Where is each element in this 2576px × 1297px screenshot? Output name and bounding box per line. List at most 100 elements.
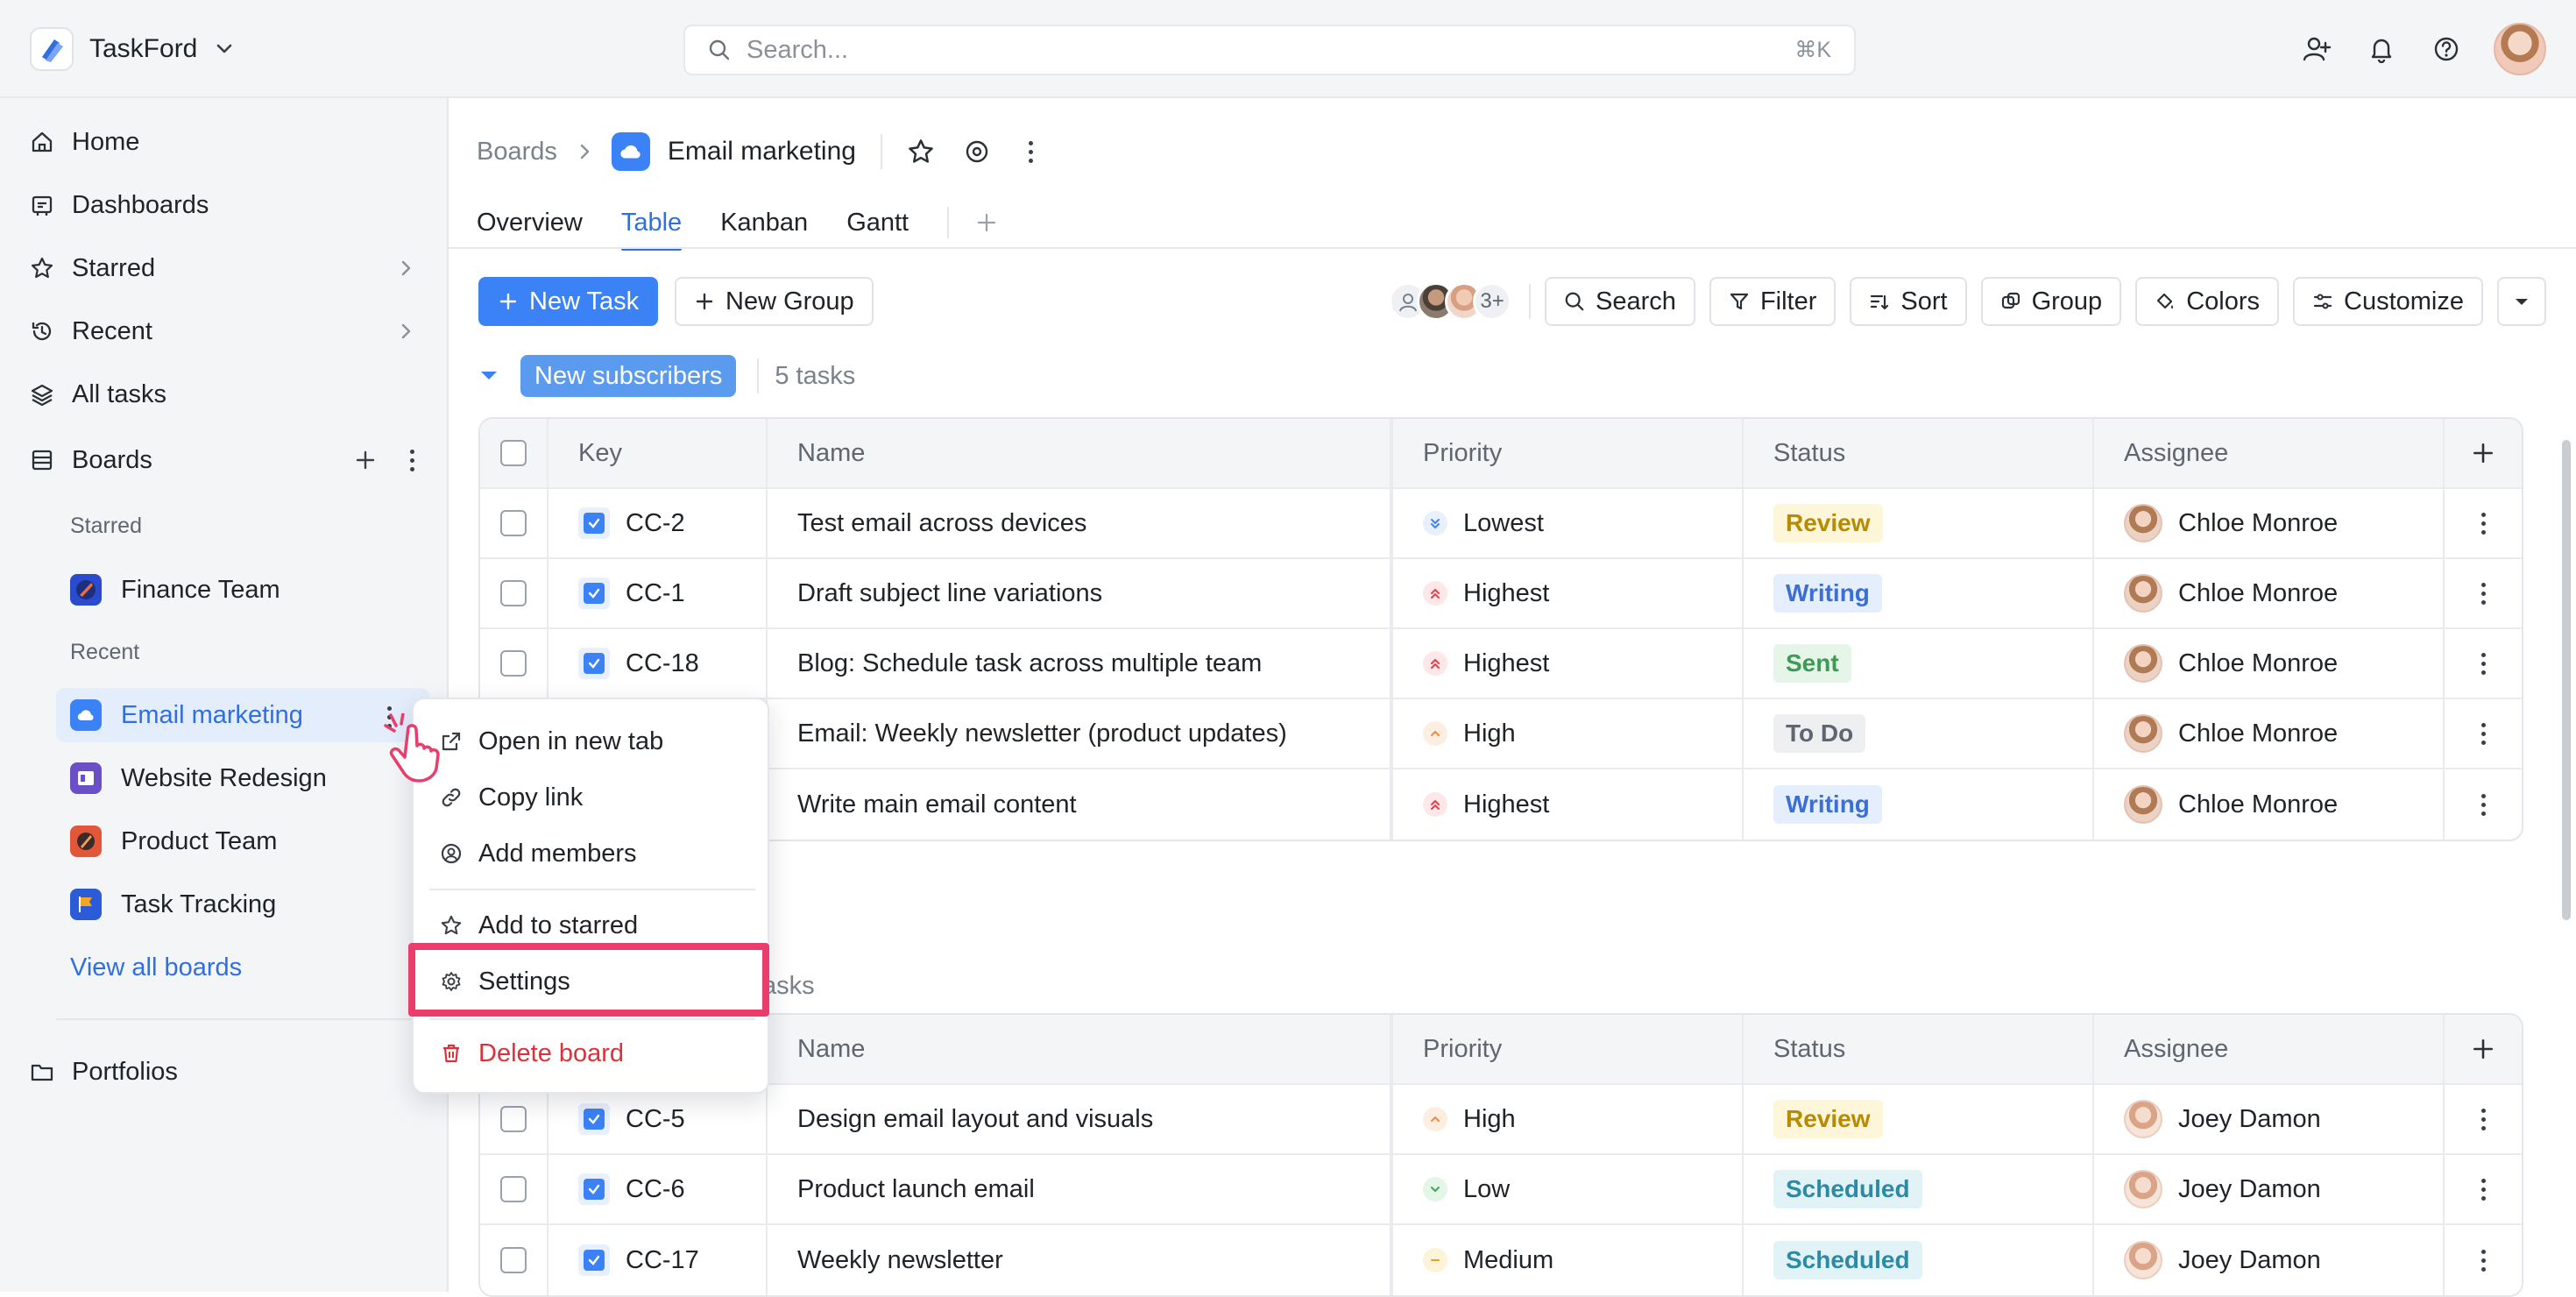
- bell-icon[interactable]: [2364, 32, 2399, 67]
- task-key[interactable]: CC-1: [626, 579, 685, 608]
- toolbar-dropdown-button[interactable]: [2497, 277, 2546, 326]
- task-name[interactable]: Email: Weekly newsletter (product update…: [768, 699, 1393, 768]
- add-view-icon[interactable]: [975, 211, 998, 234]
- tab-overview[interactable]: Overview: [477, 200, 583, 245]
- menu-item-delete-board[interactable]: Delete board: [440, 1031, 624, 1076]
- row-checkbox[interactable]: [500, 580, 527, 606]
- table-row[interactable]: Write main email content Highest Writing…: [480, 769, 2522, 840]
- column-header-status[interactable]: Status: [1744, 419, 2094, 487]
- task-key[interactable]: CC-17: [626, 1246, 699, 1275]
- vertical-scrollbar[interactable]: [2562, 440, 2571, 920]
- status-badge[interactable]: Review: [1773, 1100, 1883, 1138]
- star-icon[interactable]: [907, 138, 935, 166]
- board-item-task-tracking[interactable]: Task Tracking: [56, 877, 429, 932]
- add-column-icon[interactable]: [2471, 1037, 2495, 1061]
- task-key[interactable]: CC-6: [626, 1175, 685, 1204]
- task-name[interactable]: Test email across devices: [768, 489, 1393, 557]
- column-header-key[interactable]: Key: [548, 419, 768, 487]
- table-row[interactable]: Email: Weekly newsletter (product update…: [480, 699, 2522, 769]
- menu-item-add-to-starred[interactable]: Add to starred: [440, 903, 638, 948]
- customize-button[interactable]: Customize: [2293, 277, 2483, 326]
- status-badge[interactable]: Review: [1773, 504, 1883, 542]
- sidebar-item-recent[interactable]: Recent: [30, 307, 415, 356]
- row-more-icon[interactable]: [2480, 652, 2487, 675]
- assignee-name[interactable]: Chloe Monroe: [2178, 719, 2338, 748]
- task-key[interactable]: CC-18: [626, 649, 699, 678]
- select-all-checkbox[interactable]: [500, 440, 527, 466]
- sidebar-item-home[interactable]: Home: [30, 117, 415, 167]
- invite-user-icon[interactable]: [2299, 32, 2334, 67]
- table-row[interactable]: CC-17 Weekly newsletter Medium Scheduled…: [480, 1225, 2522, 1295]
- row-more-icon[interactable]: [2480, 582, 2487, 605]
- row-checkbox[interactable]: [500, 1247, 527, 1273]
- board-settings-icon[interactable]: [963, 138, 991, 166]
- column-header-assignee[interactable]: Assignee: [2094, 1015, 2445, 1083]
- column-header-name[interactable]: Name: [768, 1015, 1393, 1083]
- row-checkbox[interactable]: [500, 650, 527, 677]
- help-icon[interactable]: [2429, 32, 2464, 67]
- column-header-status[interactable]: Status: [1744, 1015, 2094, 1083]
- row-more-icon[interactable]: [2480, 722, 2487, 745]
- status-badge[interactable]: Writing: [1773, 574, 1882, 613]
- assignee-name[interactable]: Chloe Monroe: [2178, 790, 2338, 819]
- sidebar-item-boards[interactable]: Boards: [30, 436, 415, 485]
- board-item-product-team[interactable]: Product Team: [56, 814, 429, 868]
- menu-item-open-new-tab[interactable]: Open in new tab: [440, 719, 663, 764]
- row-more-icon[interactable]: [2480, 1108, 2487, 1130]
- task-name[interactable]: Weekly newsletter: [768, 1225, 1393, 1295]
- board-members[interactable]: 3+: [1389, 282, 1512, 321]
- row-more-icon[interactable]: [2480, 793, 2487, 816]
- assignee-name[interactable]: Joey Damon: [2178, 1246, 2321, 1275]
- new-task-button[interactable]: New Task: [478, 277, 659, 326]
- column-header-name[interactable]: Name: [768, 419, 1393, 487]
- search-input[interactable]: Search... ⌘K: [683, 25, 1856, 75]
- assignee-name[interactable]: Chloe Monroe: [2178, 509, 2338, 538]
- table-row[interactable]: CC-18 Blog: Schedule task across multipl…: [480, 629, 2522, 699]
- filter-button[interactable]: Filter: [1709, 277, 1836, 326]
- sidebar-item-all-tasks[interactable]: All tasks: [30, 370, 415, 419]
- table-row[interactable]: CC-5 Design email layout and visuals Hig…: [480, 1085, 2522, 1155]
- table-row[interactable]: CC-2 Test email across devices Lowest Re…: [480, 489, 2522, 559]
- column-header-priority[interactable]: Priority: [1393, 419, 1744, 487]
- tab-gantt[interactable]: Gantt: [846, 200, 909, 245]
- table-row[interactable]: CC-6 Product launch email Low Scheduled …: [480, 1155, 2522, 1225]
- view-all-boards-link[interactable]: View all boards: [70, 953, 242, 982]
- task-name[interactable]: Design email layout and visuals: [768, 1085, 1393, 1153]
- tab-kanban[interactable]: Kanban: [720, 200, 808, 245]
- status-badge[interactable]: Scheduled: [1773, 1170, 1922, 1208]
- row-checkbox[interactable]: [500, 1106, 527, 1132]
- task-key[interactable]: CC-2: [626, 509, 685, 538]
- group-button[interactable]: Group: [1980, 277, 2122, 326]
- column-header-assignee[interactable]: Assignee: [2094, 419, 2445, 487]
- row-checkbox[interactable]: [500, 1176, 527, 1202]
- board-item-email-marketing[interactable]: Email marketing: [56, 688, 429, 742]
- assignee-name[interactable]: Joey Damon: [2178, 1105, 2321, 1134]
- row-more-icon[interactable]: [2480, 1178, 2487, 1201]
- row-checkbox[interactable]: [500, 510, 527, 536]
- breadcrumb-boards-link[interactable]: Boards: [477, 138, 557, 167]
- column-header-priority[interactable]: Priority: [1393, 1015, 1744, 1083]
- add-column-icon[interactable]: [2471, 441, 2495, 465]
- sidebar-item-portfolios[interactable]: Portfolios: [30, 1047, 415, 1096]
- sidebar-item-dashboards[interactable]: Dashboards: [30, 181, 415, 230]
- task-name[interactable]: Blog: Schedule task across multiple team: [768, 629, 1393, 698]
- board-item-finance-team[interactable]: Finance Team: [56, 563, 429, 617]
- status-badge[interactable]: Scheduled: [1773, 1241, 1922, 1279]
- tab-table[interactable]: Table: [620, 200, 683, 251]
- status-badge[interactable]: Sent: [1773, 644, 1851, 683]
- status-badge[interactable]: Writing: [1773, 785, 1882, 824]
- collapse-caret-icon[interactable]: [478, 365, 499, 386]
- colors-button[interactable]: Colors: [2135, 277, 2279, 326]
- workspace-switcher[interactable]: TaskFord: [30, 26, 236, 72]
- user-avatar[interactable]: [2494, 23, 2546, 75]
- group-name-pill[interactable]: New subscribers: [520, 355, 737, 397]
- boards-more-icon[interactable]: [408, 449, 415, 471]
- status-badge[interactable]: To Do: [1773, 714, 1866, 753]
- row-more-icon[interactable]: [2480, 1249, 2487, 1272]
- task-key[interactable]: CC-5: [626, 1105, 685, 1134]
- add-board-icon[interactable]: [354, 449, 377, 471]
- search-button[interactable]: Search: [1545, 277, 1695, 326]
- assignee-name[interactable]: Chloe Monroe: [2178, 649, 2338, 678]
- board-more-icon[interactable]: [1028, 140, 1035, 163]
- board-item-website-redesign[interactable]: Website Redesign: [56, 751, 429, 805]
